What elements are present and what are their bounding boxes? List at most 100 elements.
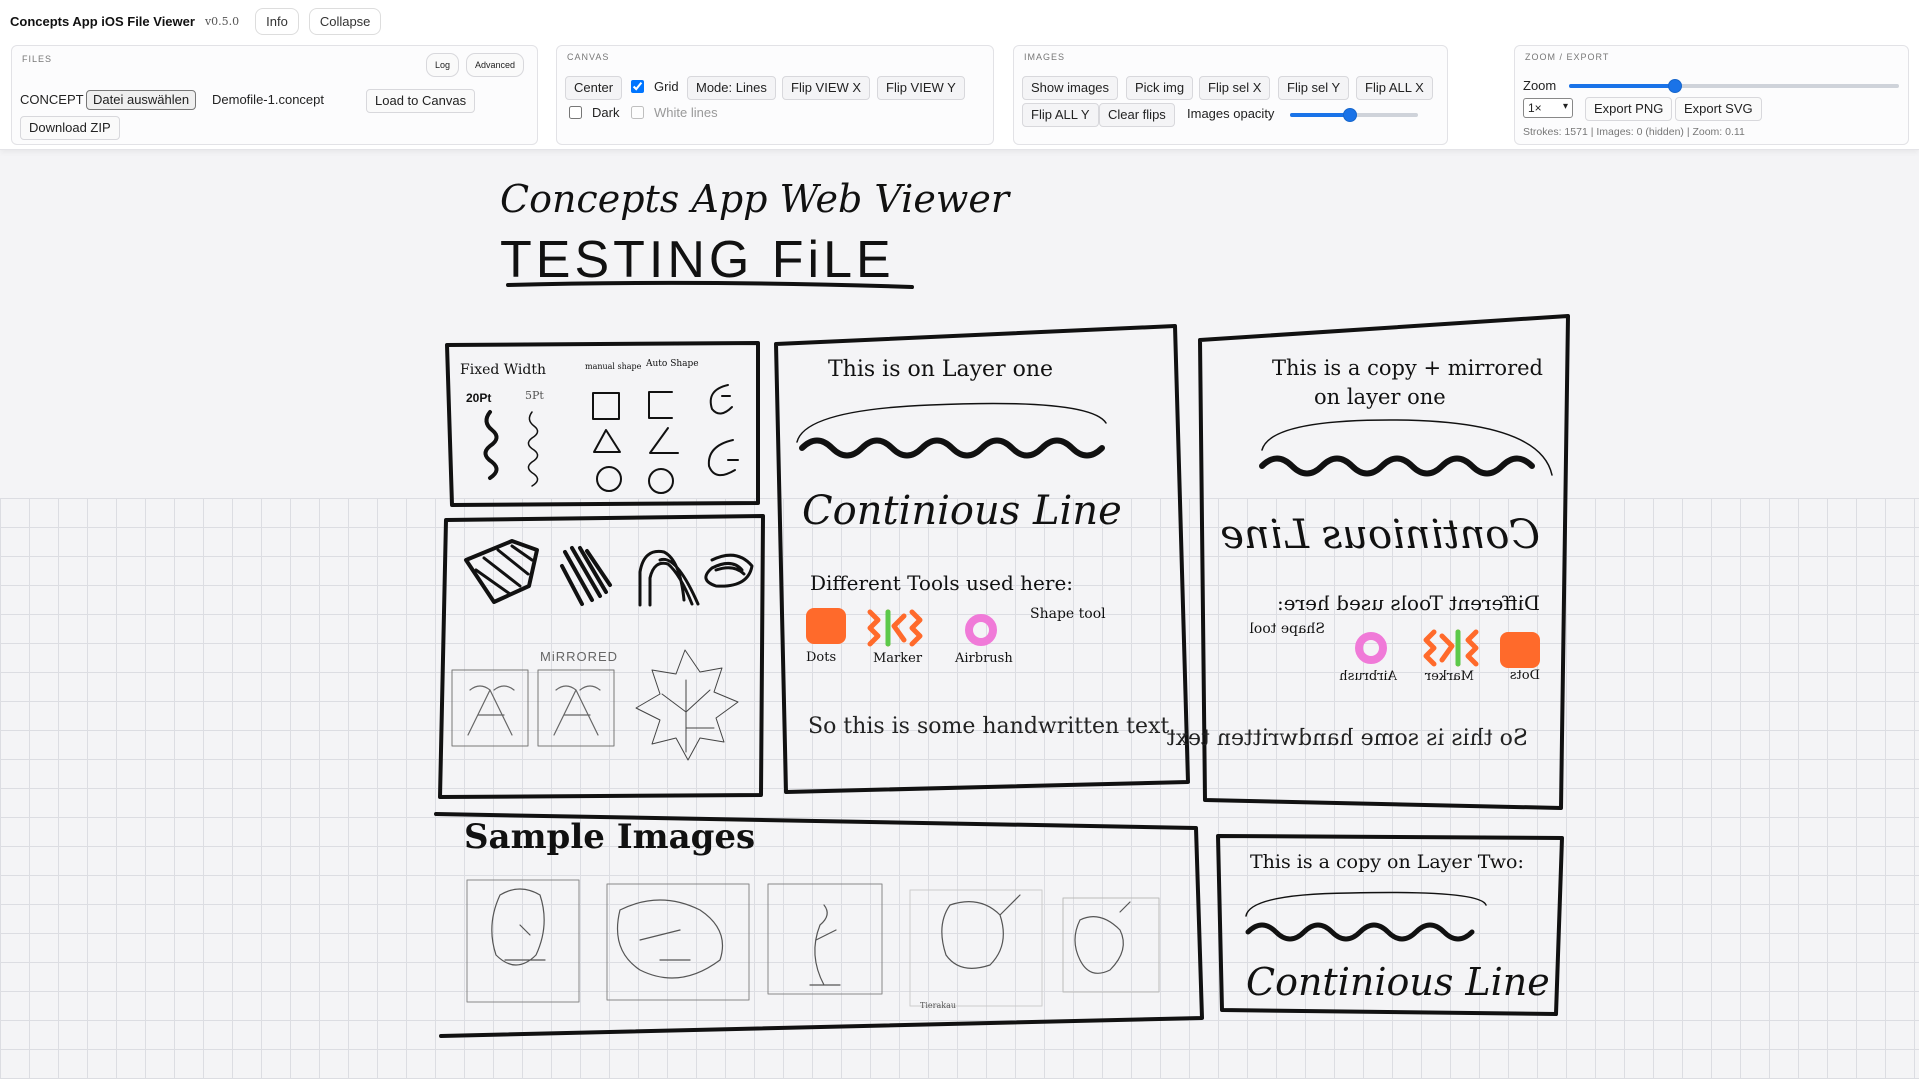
grid-label: Grid [654, 79, 679, 94]
flip-view-y-button[interactable]: Flip VIEW Y [877, 76, 965, 100]
canvas-panel: CANVAS Center Grid Mode: Lines Flip VIEW… [556, 45, 994, 145]
auto-shape-label: Auto Shape [645, 359, 699, 369]
images-opacity-slider[interactable] [1290, 108, 1418, 122]
app-title: Concepts App iOS File Viewer [10, 13, 195, 29]
shape-tool-label-mirror: Shape tool [1249, 621, 1325, 637]
dark-label: Dark [592, 105, 620, 120]
load-to-canvas-button[interactable]: Load to Canvas [366, 89, 476, 113]
advanced-button[interactable]: Advanced [466, 53, 525, 77]
continuous-line-mirror: Continious Line [1220, 512, 1540, 558]
layer-two-heading: This is a copy on Layer Two: [1250, 851, 1524, 873]
flip-sel-y-button[interactable]: Flip sel Y [1278, 76, 1350, 100]
sample-image-3-drawing [809, 904, 841, 986]
dots-label-mirror: Dots [1510, 668, 1540, 683]
clear-flips-button[interactable]: Clear flips [1099, 103, 1175, 127]
thick-wave-mirror [1259, 455, 1535, 477]
flip-view-x-button[interactable]: Flip VIEW X [782, 76, 871, 100]
tools-heading-mirror: Different Tools used here: [1277, 591, 1540, 615]
spiral-shape-2 [707, 439, 739, 477]
images-panel-title: IMAGES [1024, 52, 1066, 62]
thin-curve-2 [1245, 891, 1487, 917]
marker-label-1: Marker [873, 651, 923, 666]
square-shape [592, 392, 620, 420]
sample-image-1 [466, 879, 580, 1003]
marker-label-mirror: Marker [1424, 669, 1474, 684]
circle-shape [596, 466, 622, 492]
sample-image-mirrored-drawing [553, 685, 601, 736]
dots-swatch-1 [806, 608, 846, 644]
airbrush-label-mirror: Airbrush [1339, 669, 1398, 684]
sample-image-mirrored [537, 669, 615, 747]
thin-curve-mirror [1261, 419, 1553, 476]
concept-label: CONCEPT [20, 92, 84, 107]
layer-one-heading: This is on Layer one [828, 357, 1053, 382]
download-zip-button[interactable]: Download ZIP [20, 116, 120, 140]
scale-select[interactable]: 1× ▾ [1523, 98, 1573, 118]
sample-image-original [451, 669, 529, 747]
flip-sel-x-button[interactable]: Flip sel X [1199, 76, 1271, 100]
file-name: Demofile-1.concept [212, 92, 324, 107]
sample-image-caption: Tierakau [920, 1001, 956, 1010]
spiral-shape-1 [709, 384, 733, 415]
thick-wave-2 [1245, 922, 1475, 942]
zoom-slider-fill [1569, 84, 1675, 88]
marker-swatch-1 [867, 609, 923, 647]
mirror-heading-line2: on layer one [1314, 385, 1446, 409]
tools-heading-1: Different Tools used here: [810, 571, 1073, 595]
grid-checkbox[interactable] [631, 80, 644, 93]
log-button[interactable]: Log [426, 53, 460, 77]
show-images-button[interactable]: Show images [1022, 76, 1119, 100]
status-readout: Strokes: 1571 | Images: 0 (hidden) | Zoo… [1523, 126, 1745, 138]
chevron-down-icon: ▾ [1562, 101, 1568, 112]
drawing-title-line2: TESTING FiLE [500, 231, 895, 289]
flip-all-x-button[interactable]: Flip ALL X [1356, 76, 1433, 100]
dots-swatch-mirror [1500, 632, 1540, 668]
center-button[interactable]: Center [565, 76, 623, 100]
squiggle-thick [483, 410, 499, 480]
sample-image-3 [767, 883, 883, 995]
app-version: v0.5.0 [204, 14, 240, 28]
images-panel: IMAGES Show images Pick img Flip sel X F… [1013, 45, 1448, 145]
flip-all-y-button[interactable]: Flip ALL Y [1022, 103, 1099, 127]
drawing-canvas[interactable]: Concepts App Web Viewer TESTING FiLE Fix… [0, 150, 1919, 1079]
images-opacity-fill [1290, 113, 1351, 117]
images-opacity-thumb[interactable] [1343, 108, 1358, 122]
handwritten-text-1: So this is some handwritten text [808, 714, 1169, 739]
shape-tool-label-1: Shape tool [1030, 606, 1106, 622]
export-svg-button[interactable]: Export SVG [1675, 97, 1762, 121]
zoom-export-panel-title: ZOOM / EXPORT [1525, 52, 1610, 62]
sample-image-original-drawing [467, 685, 515, 736]
squiggle-thin [527, 411, 539, 487]
continuous-line-2: Continious Line [1246, 960, 1550, 1004]
marker-swatch-mirror [1423, 629, 1479, 667]
pt5-label: 5Pt [525, 389, 544, 402]
triangle-shape [593, 429, 621, 453]
continuous-line-1: Continious Line [802, 488, 1122, 534]
pick-img-button[interactable]: Pick img [1126, 76, 1194, 100]
sample-image-5-drawing [1074, 901, 1131, 974]
mirrored-group: Continious Line Different Tools used her… [1167, 512, 1540, 751]
ribbon-strokes [638, 549, 700, 607]
sample-image-2 [606, 883, 750, 1001]
airbrush-swatch-1 [965, 614, 997, 646]
mode-button[interactable]: Mode: Lines [687, 76, 776, 100]
collapse-button[interactable]: Collapse [308, 7, 382, 35]
files-panel-title: FILES [22, 54, 53, 64]
choose-file-button[interactable]: Datei auswählen [86, 90, 197, 110]
handwritten-text-mirror: So this is some handwritten text [1167, 726, 1528, 751]
sample-image-1-drawing [491, 888, 546, 966]
zoom-slider[interactable] [1569, 79, 1899, 93]
info-button[interactable]: Info [255, 7, 299, 35]
dark-checkbox[interactable] [569, 106, 582, 119]
manual-shape-label: manual shape [585, 362, 642, 371]
scale-select-value: 1× [1528, 101, 1542, 115]
airbrush-label-1: Airbrush [954, 651, 1013, 666]
auto-triangle-shape [649, 427, 679, 454]
export-png-button[interactable]: Export PNG [1585, 97, 1673, 121]
zoom-slider-thumb[interactable] [1667, 79, 1682, 93]
white-lines-label: White lines [654, 105, 718, 120]
white-lines-checkbox[interactable] [631, 106, 644, 119]
sample-image-5 [1062, 897, 1160, 993]
toolbar: Concepts App iOS File Viewer v0.5.0 Info… [0, 0, 1919, 150]
thick-wave-1 [799, 437, 1105, 459]
